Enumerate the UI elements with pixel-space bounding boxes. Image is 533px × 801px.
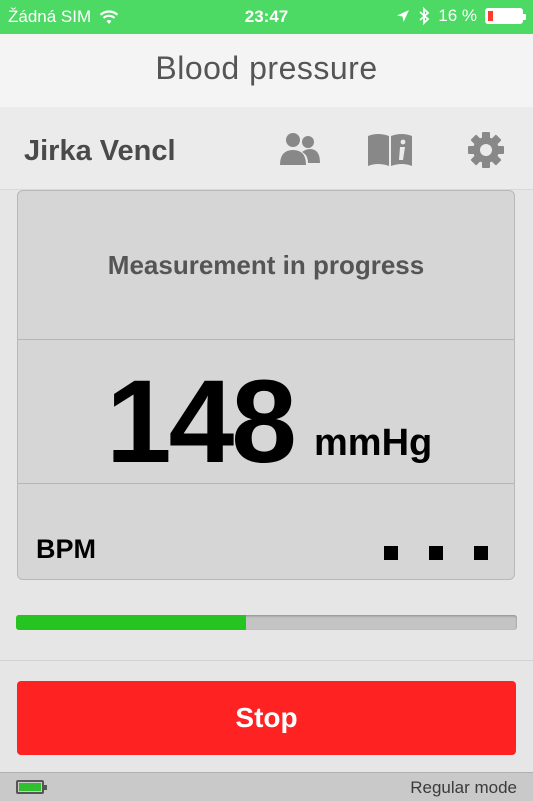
- divider: [0, 660, 533, 661]
- bottom-status-bar: Regular mode: [0, 772, 533, 801]
- battery-full-icon: [16, 780, 47, 794]
- battery-percent: 16 %: [438, 6, 477, 25]
- bpm-label: BPM: [36, 534, 96, 564]
- pressure-unit: mmHg: [314, 422, 433, 464]
- status-bar: Žádná SIM 23:47 16 %: [0, 0, 533, 34]
- bluetooth-icon: [418, 7, 430, 25]
- mode-label: Regular mode: [410, 778, 517, 797]
- location-arrow-icon: [396, 9, 410, 23]
- stop-button[interactable]: Stop: [17, 681, 516, 755]
- pressure-row: 148 mmHg: [18, 340, 514, 488]
- guide-button[interactable]: [366, 131, 414, 173]
- pulse-indicator: [384, 546, 488, 560]
- measurement-progress-bar: [16, 615, 517, 630]
- pulse-dot: [429, 546, 443, 560]
- page-title: Blood pressure: [155, 50, 378, 86]
- users-button[interactable]: [276, 131, 324, 173]
- user-bar: Jirka Vencl: [0, 107, 533, 190]
- pulse-dot: [474, 546, 488, 560]
- user-name: Jirka Vencl: [24, 135, 176, 167]
- pulse-row: BPM: [18, 484, 514, 579]
- guide-book-icon: [365, 131, 415, 174]
- measurement-status-row: Measurement in progress: [18, 191, 514, 340]
- settings-gear-icon: [466, 130, 506, 175]
- users-icon: [278, 131, 322, 174]
- settings-button[interactable]: [462, 131, 510, 173]
- title-bar: Blood pressure: [0, 34, 533, 107]
- pressure-value: 148: [106, 356, 297, 488]
- measurement-card: Measurement in progress 148 mmHg BPM: [17, 190, 515, 580]
- pulse-dot: [384, 546, 398, 560]
- measurement-status: Measurement in progress: [107, 249, 425, 280]
- battery-icon: [485, 8, 526, 24]
- progress-fill: [16, 615, 247, 630]
